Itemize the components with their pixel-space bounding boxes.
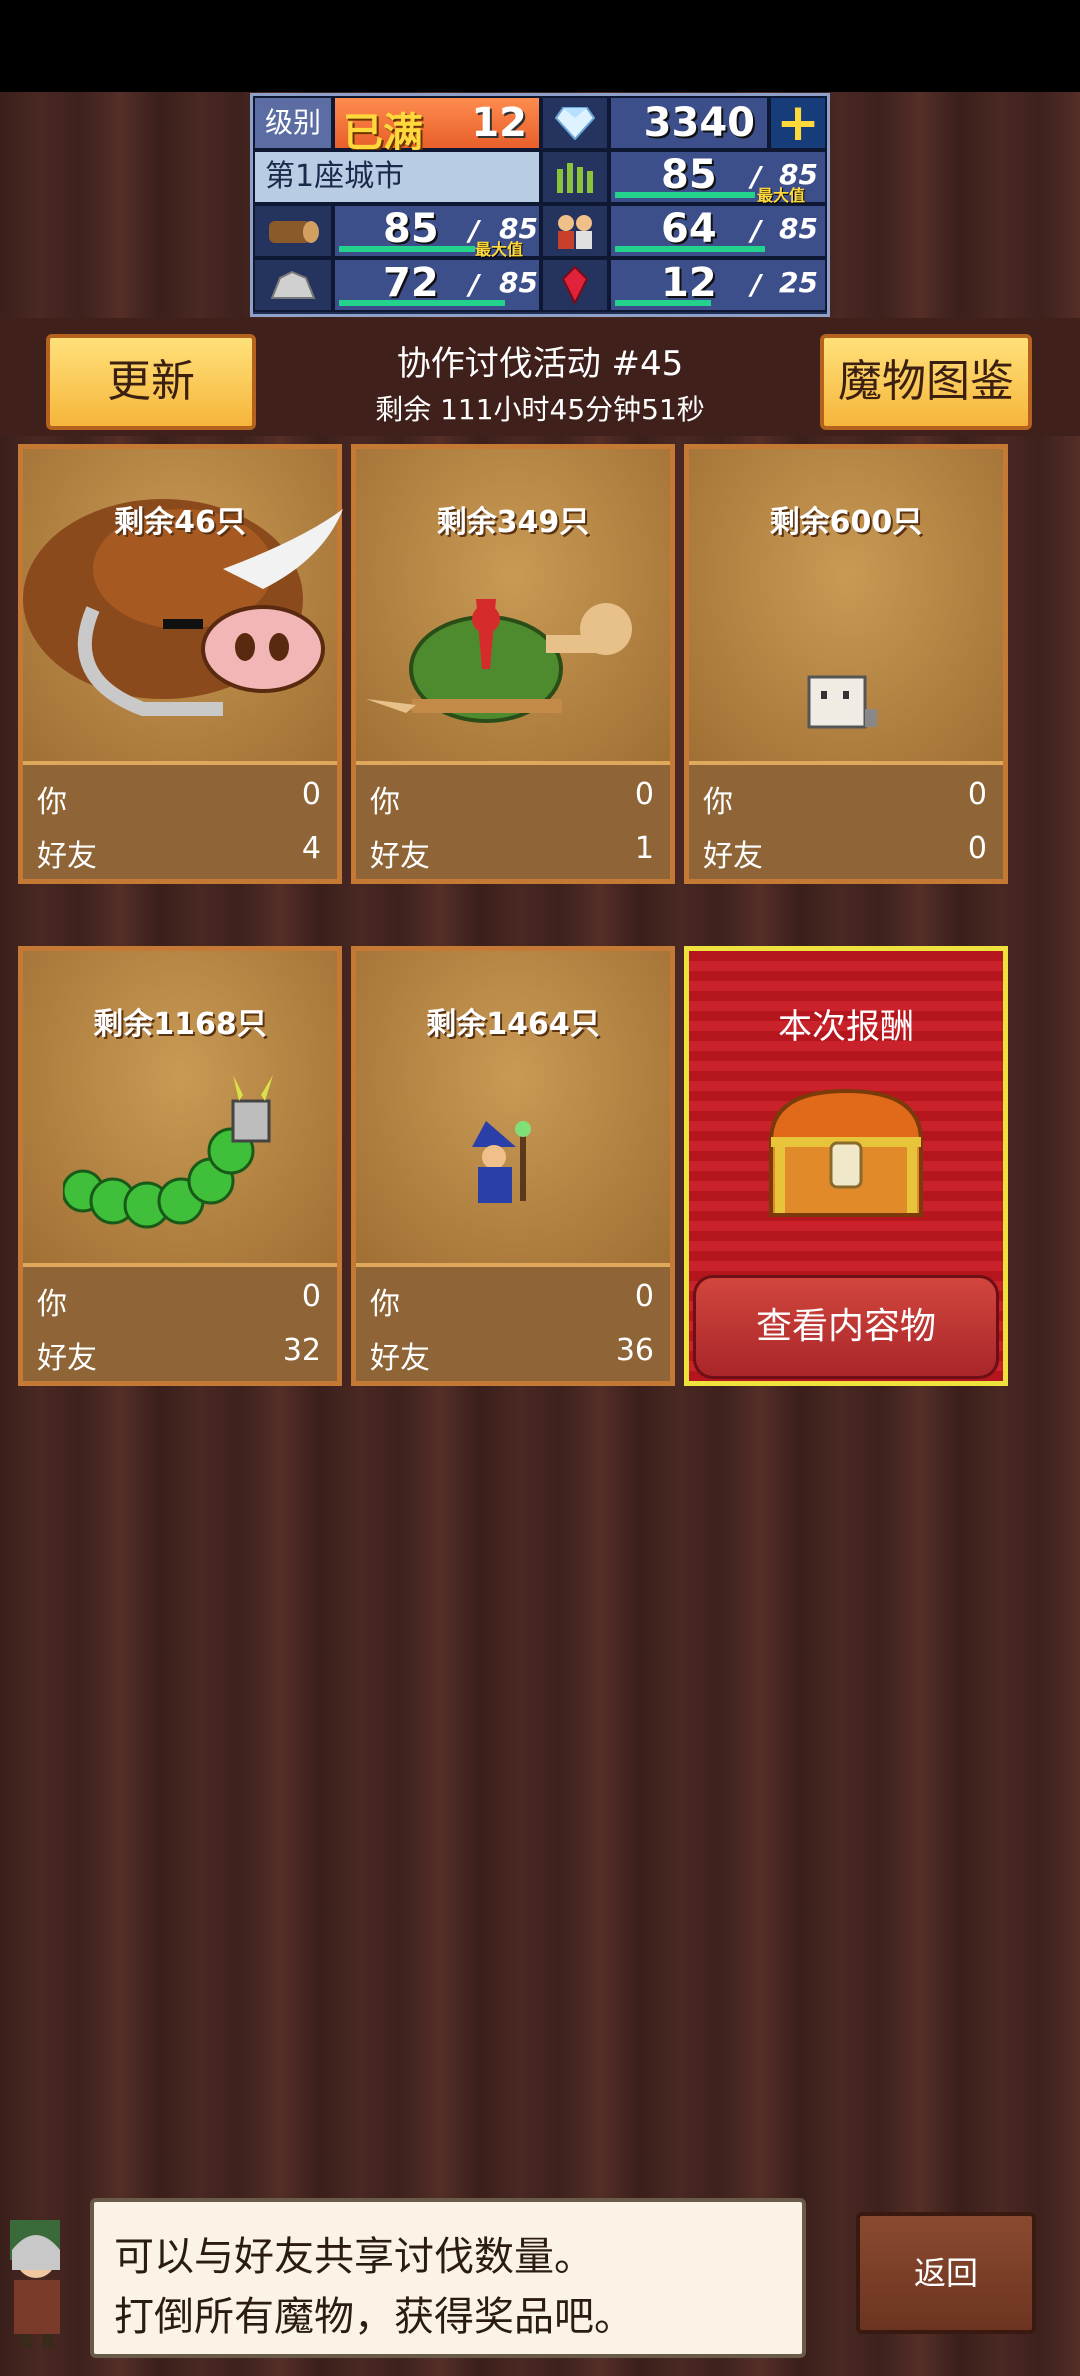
level-box: 已满 12 bbox=[333, 96, 541, 156]
you-count: 0 bbox=[301, 777, 321, 812]
grass-icon bbox=[541, 150, 609, 204]
monster-card[interactable]: 剩余1464只 你 0 好友 36 bbox=[351, 946, 675, 1386]
bestiary-button[interactable]: 魔物图鉴 bbox=[820, 334, 1032, 430]
remaining-count: 剩余1464只 bbox=[426, 1007, 600, 1042]
monster-card[interactable]: 剩余46只 你 0 好友 4 bbox=[18, 444, 343, 884]
plus-icon[interactable]: + bbox=[769, 93, 827, 153]
back-button[interactable]: 返回 bbox=[856, 2212, 1036, 2334]
status-bar bbox=[0, 0, 1080, 92]
crop-bar bbox=[615, 192, 755, 198]
farmers-box: 64 / 85 bbox=[609, 204, 827, 258]
kill-stats: 你 0 好友 32 bbox=[23, 1267, 337, 1381]
friend-label: 好友 bbox=[37, 1341, 97, 1376]
kill-stats: 你 0 好友 0 bbox=[689, 765, 1003, 879]
wizard-monster bbox=[472, 1121, 531, 1203]
monster-card[interactable]: 剩余600只 你 0 好友 0 bbox=[684, 444, 1008, 884]
wood-bar bbox=[339, 246, 475, 252]
ruby-box: 12 / 25 bbox=[609, 258, 827, 312]
friend-count: 36 bbox=[615, 1333, 654, 1368]
you-count: 0 bbox=[634, 1279, 654, 1314]
hint-line-2: 打倒所有魔物，获得奖品吧。 bbox=[114, 2294, 634, 2340]
you-label: 你 bbox=[370, 1287, 400, 1322]
refresh-button[interactable]: 更新 bbox=[46, 334, 256, 430]
ruby-max: 25 bbox=[779, 266, 818, 299]
kill-stats: 你 0 好友 36 bbox=[356, 1267, 670, 1381]
friend-count: 0 bbox=[967, 831, 987, 866]
hint-dialog: 可以与好友共享讨伐数量。 打倒所有魔物，获得奖品吧。 bbox=[90, 2198, 806, 2358]
monster-card[interactable]: 剩余1168只 你 0 好友 32 bbox=[18, 946, 342, 1386]
remaining-count: 剩余1168只 bbox=[93, 1007, 267, 1042]
you-count: 0 bbox=[634, 777, 654, 812]
hint-line-1: 可以与好友共享讨伐数量。 bbox=[114, 2234, 594, 2280]
event-title: 协作讨伐活动 #45 bbox=[396, 344, 684, 384]
monster-card[interactable]: 剩余349只 你 0 好友 1 bbox=[351, 444, 675, 884]
gems-value: 3340 bbox=[643, 100, 755, 146]
friend-count: 32 bbox=[282, 1333, 321, 1368]
you-count: 0 bbox=[301, 1279, 321, 1314]
stone-box: 72 / 85 bbox=[333, 258, 541, 312]
remaining-count: 剩余349只 bbox=[436, 505, 590, 540]
you-label: 你 bbox=[37, 785, 67, 820]
red-gem-icon bbox=[541, 258, 609, 312]
turtle-monster bbox=[366, 599, 632, 723]
wood-max-tag: 最大值 bbox=[475, 240, 524, 259]
wood-box: 85 / 85 最大值 bbox=[333, 204, 541, 259]
you-count: 0 bbox=[967, 777, 987, 812]
remaining-count: 剩余600只 bbox=[769, 505, 923, 540]
crop-max-tag: 最大值 bbox=[757, 186, 806, 205]
caterpillar-monster bbox=[63, 1075, 273, 1229]
city-name: 第1座城市 bbox=[253, 150, 541, 204]
farmers-bar bbox=[615, 246, 765, 252]
treasure-chest-icon bbox=[768, 1088, 924, 1217]
view-contents-button[interactable]: 查看内容物 bbox=[693, 1275, 999, 1379]
resource-panel: 级别 已满 12 3340 + 第1座城市 85 / 85 最大值 85 / 8… bbox=[250, 93, 830, 317]
stone-max: 85 bbox=[499, 266, 538, 299]
level-label: 级别 bbox=[253, 96, 333, 150]
friend-label: 好友 bbox=[370, 839, 430, 874]
farmers-max: 85 bbox=[779, 212, 818, 245]
reward-title: 本次报酬 bbox=[778, 1007, 914, 1047]
ruby-bar bbox=[615, 300, 711, 306]
kill-stats: 你 0 好友 1 bbox=[356, 765, 670, 879]
stone-bar bbox=[339, 300, 505, 306]
remaining-count: 剩余46只 bbox=[114, 505, 246, 540]
kill-stats: 你 0 好友 4 bbox=[23, 765, 337, 879]
villager-icon bbox=[541, 204, 609, 258]
you-label: 你 bbox=[703, 785, 733, 820]
gems-box: 3340 bbox=[609, 96, 769, 150]
event-time-remaining: 剩余 111小时45分钟51秒 bbox=[375, 393, 705, 426]
friend-label: 好友 bbox=[370, 1341, 430, 1376]
level-value: 12 bbox=[471, 100, 527, 146]
friend-label: 好友 bbox=[703, 839, 763, 874]
crop-box: 85 / 85 最大值 bbox=[609, 150, 827, 205]
diamond-icon bbox=[541, 96, 609, 150]
friend-count: 1 bbox=[634, 831, 654, 866]
you-label: 你 bbox=[370, 785, 400, 820]
friend-label: 好友 bbox=[37, 839, 97, 874]
you-label: 你 bbox=[37, 1287, 67, 1322]
stone-icon bbox=[253, 258, 333, 312]
wood-log-icon bbox=[253, 204, 333, 258]
small-ghost-monster bbox=[807, 675, 877, 729]
advisor-avatar bbox=[10, 2220, 60, 2348]
reward-card: 本次报酬 查看内容物 bbox=[684, 946, 1008, 1386]
friend-count: 4 bbox=[301, 831, 321, 866]
